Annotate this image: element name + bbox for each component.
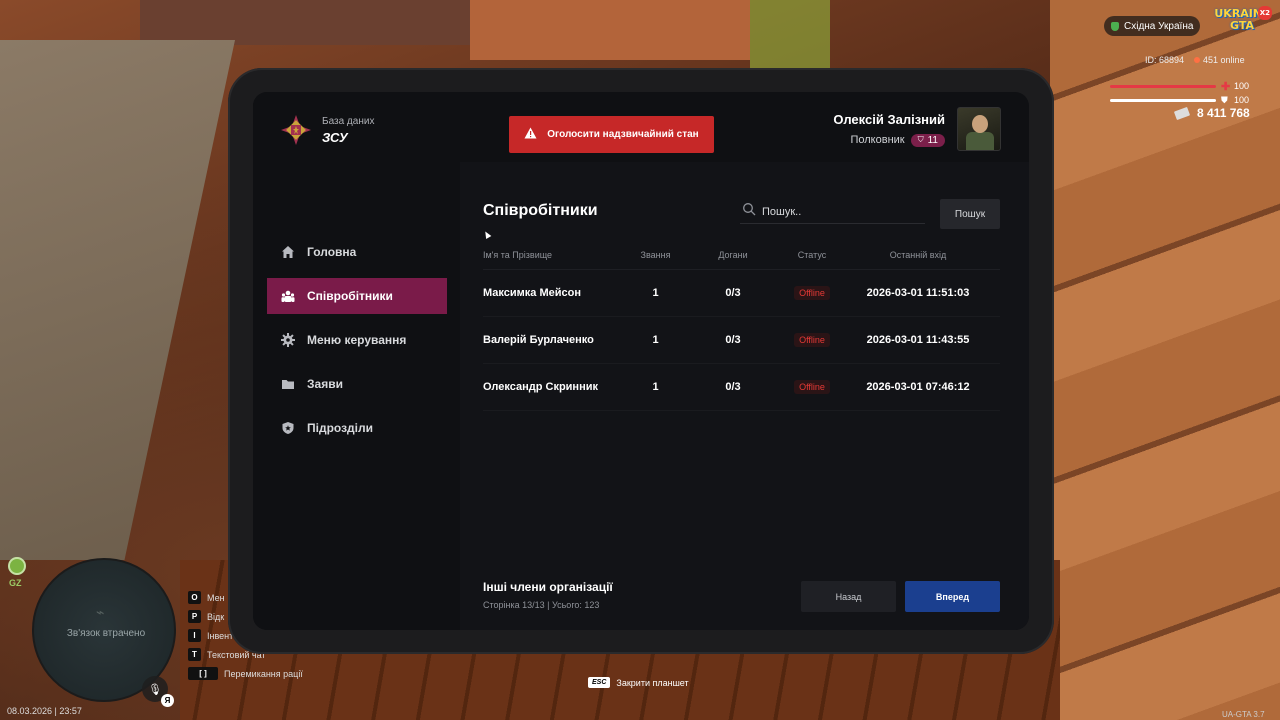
column-header: Ім'я та Прізвище (483, 249, 553, 260)
armor-bar (1110, 99, 1216, 102)
employee-name: Максимка Мейсон (483, 287, 581, 299)
back-button[interactable]: Назад (801, 581, 896, 612)
table-header: Ім'я та Прізвище Звання Догани Статус Ос… (483, 240, 1000, 270)
sidebar-item-label: Заяви (307, 377, 343, 391)
declare-emergency-button[interactable]: Оголосити надзвичайний стан (509, 116, 714, 153)
employee-warnings: 0/3 (725, 287, 741, 299)
armor-icon: ⛊ (1221, 95, 1228, 105)
user-profile: Олексій Залізний Полковник ⛉ 11 (833, 107, 1001, 151)
region-indicator: Східна Україна (1104, 16, 1200, 36)
profile-rank: Полковник ⛉ 11 (833, 133, 945, 147)
scene-wall (140, 0, 470, 45)
main-content: Співробітники Пошук Ім'я та Прізвище Зва… (460, 162, 1029, 630)
multiplier-badge: X2 (1257, 6, 1272, 20)
employee-rank: 1 (652, 334, 659, 346)
table-row[interactable]: Валерій Бурлаченко 1 0/3 Offline 2026-03… (483, 317, 1000, 364)
sidebar-item-control-menu[interactable]: Меню керування (267, 322, 447, 358)
footer-title: Інші члени організації (483, 580, 613, 594)
page-title: Співробітники (483, 202, 598, 219)
money-icon (1173, 106, 1191, 120)
employees-table: Ім'я та Прізвище Звання Догани Статус Ос… (483, 240, 1000, 411)
player-id: ID: 68894 (1145, 55, 1185, 65)
status-badge: Offline (794, 333, 830, 347)
health-icon: ✚ (1221, 81, 1231, 93)
sidebar-item-label: Меню керування (307, 333, 407, 347)
status-badge: Offline (794, 286, 830, 300)
sidebar-item-employees[interactable]: Співробітники (267, 278, 447, 314)
scene-wall (470, 0, 750, 60)
sidebar-item-label: Підрозділи (307, 421, 373, 435)
scene-carpet (0, 40, 236, 560)
shield-icon (1111, 21, 1119, 31)
warning-icon (524, 127, 537, 142)
keybind-row: [ ] Перемикання рації (188, 664, 303, 683)
brand-subtitle: База даних (322, 115, 375, 127)
gangzone-icon (8, 557, 26, 575)
sidebar-item-home[interactable]: Головна (267, 234, 447, 270)
scene-window (750, 0, 830, 70)
column-header: Останній вхід (889, 249, 947, 260)
health-bar (1110, 85, 1216, 88)
status-badge: Offline (794, 380, 830, 394)
no-signal-icon: ⌁ (96, 604, 105, 620)
version-label: UA-GTA 3.7 (1222, 710, 1265, 719)
table-row[interactable]: Максимка Мейсон 1 0/3 Offline 2026-03-01… (483, 270, 1000, 317)
avatar (957, 107, 1001, 151)
zsu-emblem-icon (280, 114, 312, 146)
pagination-info: Сторінка 13/13 | Усього: 123 (483, 600, 600, 610)
fire-icon (1194, 57, 1201, 63)
search-input[interactable] (762, 205, 922, 218)
brand-title: ЗСУ (322, 129, 348, 145)
esc-key: ESC (588, 677, 611, 688)
online-count: 451 online (1194, 55, 1245, 65)
employee-name: Олександр Скринник (483, 381, 598, 393)
shield-icon: ⛉ (917, 135, 924, 144)
users-icon (281, 289, 295, 303)
search-box (740, 200, 925, 224)
next-button[interactable]: Вперед (905, 581, 1000, 612)
home-icon (281, 245, 295, 259)
employee-name: Валерій Бурлаченко (483, 334, 594, 346)
employee-warnings: 0/3 (725, 334, 741, 346)
brand: База даних ЗСУ (280, 114, 374, 146)
folder-icon (281, 377, 295, 391)
sidebar-item-label: Співробітники (307, 289, 393, 303)
sidebar: База даних ЗСУ Головна Співробітники Мен… (253, 92, 460, 630)
search-button[interactable]: Пошук (940, 199, 1000, 229)
region-label: Східна Україна (1124, 20, 1194, 32)
column-header: Статус (797, 249, 827, 260)
gangzone-label: GZ (9, 578, 22, 588)
sidebar-item-applications[interactable]: Заяви (267, 366, 447, 402)
column-header: Догани (718, 249, 748, 260)
table-row[interactable]: Олександр Скринник 1 0/3 Offline 2026-03… (483, 364, 1000, 411)
sidebar-item-label: Головна (307, 245, 357, 259)
close-tablet-hint: ESC Закрити планшет (588, 677, 689, 688)
rank-badge: ⛉ 11 (910, 133, 945, 147)
sidebar-nav: Головна Співробітники Меню керування Зая… (267, 234, 447, 454)
column-header: Звання (640, 249, 671, 260)
last-login: 2026-03-01 11:43:55 (866, 334, 970, 346)
server-logo: UKRAINE GTA X2 (1214, 6, 1272, 32)
sidebar-item-units[interactable]: Підрозділи (267, 410, 447, 446)
health-value: 100 (1234, 81, 1250, 91)
last-login: 2026-03-01 11:51:03 (866, 287, 970, 299)
employee-rank: 1 (652, 381, 659, 393)
employee-warnings: 0/3 (725, 381, 741, 393)
player-info: ID: 68894 451 online (1145, 55, 1245, 65)
search-icon (742, 202, 756, 221)
profile-name: Олексій Залізний (833, 111, 945, 127)
gear-icon (281, 333, 295, 347)
money-display: 8 411 768 (1173, 106, 1250, 120)
voice-key: Я (161, 694, 174, 707)
shield-icon (281, 421, 295, 435)
datetime: 08.03.2026 | 23:57 (7, 706, 82, 716)
minimap-status: Зв'язок втрачено (66, 628, 146, 639)
armor-value: 100 (1234, 95, 1250, 105)
last-login: 2026-03-01 07:46:12 (866, 381, 970, 393)
employee-rank: 1 (652, 287, 659, 299)
tablet-screen: База даних ЗСУ Головна Співробітники Мен… (253, 92, 1029, 630)
